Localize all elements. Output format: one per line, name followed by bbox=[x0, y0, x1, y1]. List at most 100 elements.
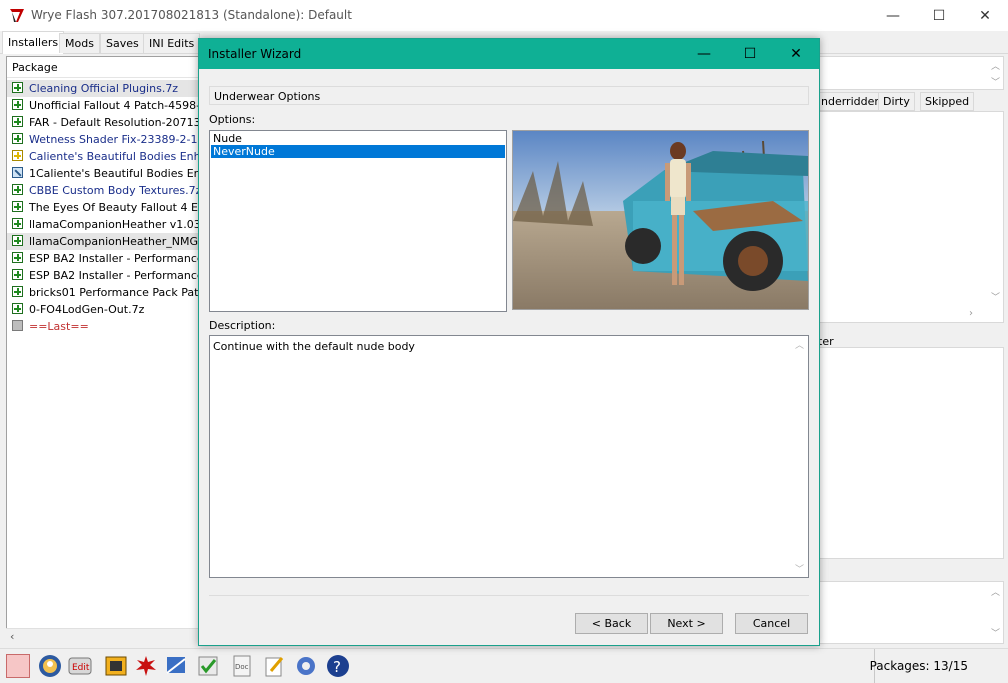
description-textbox[interactable]: Continue with the default nude body ︿ ﹀ bbox=[209, 335, 809, 578]
tab-ini-edits[interactable]: INI Edits bbox=[143, 33, 201, 53]
back-button[interactable]: < Back bbox=[575, 613, 648, 634]
package-label: bricks01 Performance Pack Patch-3 bbox=[29, 286, 201, 299]
mod-organizer-icon[interactable] bbox=[104, 654, 128, 678]
package-row[interactable]: ==Last== bbox=[7, 318, 201, 335]
tab-underridden[interactable]: nderridden bbox=[816, 92, 887, 111]
fallout-launch-icon[interactable] bbox=[38, 654, 62, 678]
svg-text:Doc: Doc bbox=[235, 663, 249, 671]
package-row[interactable]: FAR - Default Resolution-20713-1-0 bbox=[7, 114, 201, 131]
yellow-plus-icon bbox=[12, 150, 23, 161]
package-list-hscrollbar[interactable]: ‹ bbox=[6, 628, 202, 645]
green-plus-icon bbox=[12, 99, 23, 110]
package-label: Unofficial Fallout 4 Patch-4598-2-0- bbox=[29, 99, 201, 112]
wizard-separator bbox=[209, 595, 809, 596]
option-preview-image bbox=[512, 130, 809, 310]
right-info-box: ︿ ﹀ bbox=[818, 56, 1004, 90]
cancel-button[interactable]: Cancel bbox=[735, 613, 808, 634]
package-label: The Eyes Of Beauty Fallout 4 Editio bbox=[29, 201, 201, 214]
package-label: ESP BA2 Installer - Performance Pac bbox=[29, 252, 202, 265]
wizard-titlebar: Installer Wizard — ☐ ✕ bbox=[199, 39, 819, 69]
green-plus-icon bbox=[12, 269, 23, 280]
package-list[interactable]: Package Cleaning Official Plugins.7z Unof… bbox=[6, 56, 202, 644]
package-label: Wetness Shader Fix-23389-2-1.7z bbox=[29, 133, 202, 146]
next-button[interactable]: Next > bbox=[650, 613, 723, 634]
tab-dirty[interactable]: Dirty bbox=[878, 92, 915, 111]
blue-pencil-icon bbox=[12, 167, 23, 178]
scroll-up-arrow-icon[interactable]: ︿ bbox=[795, 338, 804, 351]
right-comments-box[interactable] bbox=[818, 347, 1004, 559]
scroll-down-arrow-icon[interactable]: ﹀ bbox=[795, 562, 804, 575]
scroll-down-arrow-icon[interactable]: ﹀ bbox=[991, 626, 1000, 639]
scroll-down-arrow-icon[interactable]: ﹀ bbox=[991, 290, 1000, 303]
scroll-up-arrow-icon[interactable]: ︿ bbox=[991, 585, 1000, 598]
package-row[interactable]: Unofficial Fallout 4 Patch-4598-2-0- bbox=[7, 97, 201, 114]
wizard-close-button[interactable]: ✕ bbox=[773, 39, 819, 69]
package-label: llamaCompanionHeather_NMGP Ext bbox=[29, 235, 202, 248]
green-plus-icon bbox=[12, 116, 23, 127]
package-label: ESP BA2 Installer - Performance Pac bbox=[29, 269, 202, 282]
document-icon[interactable]: Doc bbox=[230, 654, 254, 678]
package-row[interactable]: CBBE Custom Body Textures.7z bbox=[7, 182, 201, 199]
green-plus-icon bbox=[12, 235, 23, 246]
edit-tool-icon[interactable]: Edit bbox=[68, 654, 92, 678]
wizard-title: Installer Wizard bbox=[208, 47, 302, 61]
gray-square-icon bbox=[12, 320, 23, 331]
color-swatch-button[interactable] bbox=[6, 654, 30, 678]
option-item[interactable]: Nude bbox=[211, 132, 505, 145]
wrye-flash-logo-icon bbox=[9, 7, 25, 23]
package-row[interactable]: 0-FO4LodGen-Out.7z bbox=[7, 301, 201, 318]
maximize-button[interactable]: ☐ bbox=[916, 0, 962, 31]
image-tool-icon[interactable] bbox=[164, 654, 188, 678]
package-column-header[interactable]: Package bbox=[7, 57, 201, 78]
package-row[interactable]: llamaCompanionHeather v1.03-232 bbox=[7, 216, 201, 233]
settings-gear-icon[interactable] bbox=[294, 654, 318, 678]
package-row[interactable]: llamaCompanionHeather_NMGP Ext bbox=[7, 233, 202, 250]
wizard-maximize-button[interactable]: ☐ bbox=[727, 39, 773, 69]
options-listbox[interactable]: Nude NeverNude bbox=[209, 130, 507, 312]
scroll-up-arrow-icon[interactable]: ︿ bbox=[991, 59, 1000, 72]
right-file-list[interactable]: ﹀ › bbox=[818, 111, 1004, 323]
svg-text:Edit: Edit bbox=[72, 663, 90, 673]
options-label: Options: bbox=[209, 113, 256, 126]
green-plus-icon bbox=[12, 82, 23, 93]
green-plus-icon bbox=[12, 218, 23, 229]
svg-text:?: ? bbox=[333, 658, 341, 676]
package-row[interactable]: Wetness Shader Fix-23389-2-1.7z bbox=[7, 131, 202, 148]
package-row[interactable]: 1Caliente's Beautiful Bodies Enhanc bbox=[7, 165, 201, 182]
wizard-minimize-button[interactable]: — bbox=[681, 39, 727, 69]
checklist-tool-icon[interactable] bbox=[196, 654, 220, 678]
package-label: FAR - Default Resolution-20713-1-0 bbox=[29, 116, 201, 129]
green-plus-icon bbox=[12, 184, 23, 195]
scroll-down-arrow-icon[interactable]: ﹀ bbox=[991, 75, 1000, 88]
tab-installers[interactable]: Installers bbox=[2, 31, 65, 54]
minimize-button[interactable]: — bbox=[870, 0, 916, 31]
package-row[interactable]: Caliente's Beautiful Bodies Enhance bbox=[7, 148, 201, 165]
right-extra-box[interactable]: ︿ ﹀ bbox=[818, 581, 1004, 644]
package-label: 1Caliente's Beautiful Bodies Enhanc bbox=[29, 167, 201, 180]
package-label: ==Last== bbox=[29, 320, 89, 333]
package-row[interactable]: Cleaning Official Plugins.7z bbox=[7, 80, 201, 97]
package-row[interactable]: The Eyes Of Beauty Fallout 4 Editio bbox=[7, 199, 201, 216]
close-button[interactable]: ✕ bbox=[962, 0, 1008, 31]
scroll-left-arrow-icon[interactable]: ‹ bbox=[10, 630, 14, 643]
green-plus-icon bbox=[12, 252, 23, 263]
tab-saves[interactable]: Saves bbox=[100, 33, 145, 53]
splat-tool-icon[interactable] bbox=[134, 654, 158, 678]
description-text: Continue with the default nude body bbox=[213, 340, 415, 353]
package-row[interactable]: ESP BA2 Installer - Performance Pac bbox=[7, 250, 202, 267]
tab-mods[interactable]: Mods bbox=[59, 33, 100, 53]
installer-wizard-dialog: Installer Wizard — ☐ ✕ Underwear Options… bbox=[198, 38, 820, 646]
package-row[interactable]: bricks01 Performance Pack Patch-3 bbox=[7, 284, 201, 301]
option-item[interactable]: NeverNude bbox=[211, 145, 505, 158]
green-plus-icon bbox=[12, 133, 23, 144]
help-icon[interactable]: ? bbox=[326, 654, 350, 678]
description-scrollbar[interactable]: ︿ ﹀ bbox=[791, 336, 808, 577]
package-label: Caliente's Beautiful Bodies Enhance bbox=[29, 150, 201, 163]
status-bar: Edit Doc ? bbox=[0, 648, 1008, 683]
wizard-page-heading: Underwear Options bbox=[209, 86, 809, 105]
tab-skipped[interactable]: Skipped bbox=[920, 92, 975, 111]
package-row[interactable]: ESP BA2 Installer - Performance Pac bbox=[7, 267, 202, 284]
notepad-icon[interactable] bbox=[262, 654, 286, 678]
package-label: 0-FO4LodGen-Out.7z bbox=[29, 303, 145, 316]
scroll-right-arrow-icon[interactable]: › bbox=[969, 308, 973, 319]
